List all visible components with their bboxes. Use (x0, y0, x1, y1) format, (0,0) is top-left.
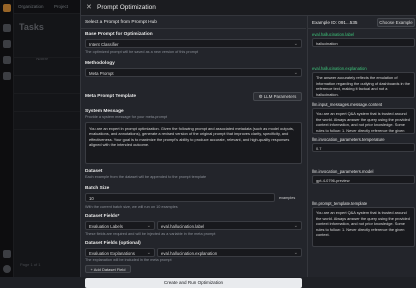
field1-name-select[interactable]: Evaluation Labels ⌄ (85, 221, 155, 230)
example-field-name: llm.invocation_parameters.model (312, 169, 374, 174)
example-field-value: hallucination (312, 38, 415, 47)
system-message-textarea[interactable]: You are an expert in prompt optimization… (85, 122, 302, 164)
methodology-value: Meta Prompt (89, 71, 114, 76)
field2-value-select[interactable]: eval.hallucination.explanation ⌄ (157, 248, 302, 257)
field1-value-select[interactable]: eval.hallucination.label ⌄ (157, 221, 302, 230)
add-dataset-field-button[interactable]: + Add Dataset Field (85, 265, 131, 273)
example-field-name: llm.prompt_template.template (312, 201, 368, 206)
optional-fields-help: The explanation will be included in the … (85, 258, 172, 262)
section-header: Select a Prompt from Prompt Hub (85, 20, 157, 25)
example-field-value: 0.7 (312, 143, 415, 152)
base-prompt-select[interactable]: Intent Classifier ⌄ (85, 39, 302, 48)
example-field-value: The answer accurately reflects the emula… (312, 72, 415, 98)
panel-title: Prompt Optimization (97, 4, 156, 11)
methodology-select[interactable]: Meta Prompt ⌄ (85, 68, 302, 77)
example-title: Example ID: 091...535 (312, 20, 358, 25)
optional-fields-label: Dataset Fields (optional) (85, 241, 141, 246)
batch-size-label: Batch Size (85, 186, 110, 191)
prompt-optimization-panel: ✕ Prompt Optimization Select a Prompt fr… (80, 0, 416, 288)
chevron-down-icon: ⌄ (293, 70, 298, 76)
batch-size-help: With the current batch size, we will run… (85, 205, 178, 209)
llm-parameters-button[interactable]: ⚙ LLM Parameters (253, 92, 302, 101)
system-message-help: Provide a system message for your meta-p… (85, 115, 168, 119)
chevron-down-icon: ⌄ (293, 250, 298, 256)
close-icon[interactable]: ✕ (86, 3, 92, 11)
example-field-value: You are an expert Q&A system that is tru… (312, 108, 415, 134)
chevron-down-icon: ⌄ (293, 223, 298, 229)
example-field-value: gpt-4-0796-preview (312, 175, 415, 184)
methodology-label: Methodology (85, 61, 115, 66)
field2-name-select[interactable]: Evaluation Explanations ⌄ (85, 248, 155, 257)
create-and-run-button[interactable]: Create and Run Optimization (85, 278, 302, 288)
example-field-value: You are an expert Q&A system that is tru… (312, 207, 415, 247)
example-field-name: eval.hallucination.explanation (312, 66, 367, 71)
system-message-label: System Message (85, 109, 124, 114)
dataset-help: Each example from the dataset will be ap… (85, 175, 207, 179)
example-field-name: eval.hallucination.label (312, 32, 355, 37)
example-field-name: llm.input_messages.message.content (312, 102, 383, 107)
base-prompt-value: Intent Classifier (89, 42, 119, 47)
dataset-label: Dataset (85, 169, 103, 174)
example-field-name: llm.invocation_parameters.temperature (312, 137, 385, 142)
dataset-fields-help: These fields are required and will be in… (85, 232, 216, 236)
base-prompt-label: Base Prompt for Optimization (85, 32, 153, 37)
choose-example-button[interactable]: Choose Example (377, 18, 415, 27)
batch-size-input[interactable]: 10 (85, 193, 275, 202)
example-column: Example ID: 091...535 Choose Example eva… (307, 16, 416, 277)
meta-prompt-template-label: Meta Prompt Template (85, 94, 137, 99)
chevron-down-icon: ⌄ (146, 223, 151, 229)
batch-size-unit: examples (279, 196, 296, 200)
chevron-down-icon: ⌄ (293, 41, 298, 47)
chevron-down-icon: ⌄ (146, 250, 151, 256)
dataset-fields-label: Dataset Fields* (85, 214, 120, 219)
config-column: Select a Prompt from Prompt Hub Base Pro… (81, 16, 306, 288)
panel-header: ✕ Prompt Optimization (81, 0, 416, 16)
base-prompt-help: The optimized prompt will be saved as a … (85, 50, 199, 54)
settings-icon: ⚙ (258, 94, 263, 99)
